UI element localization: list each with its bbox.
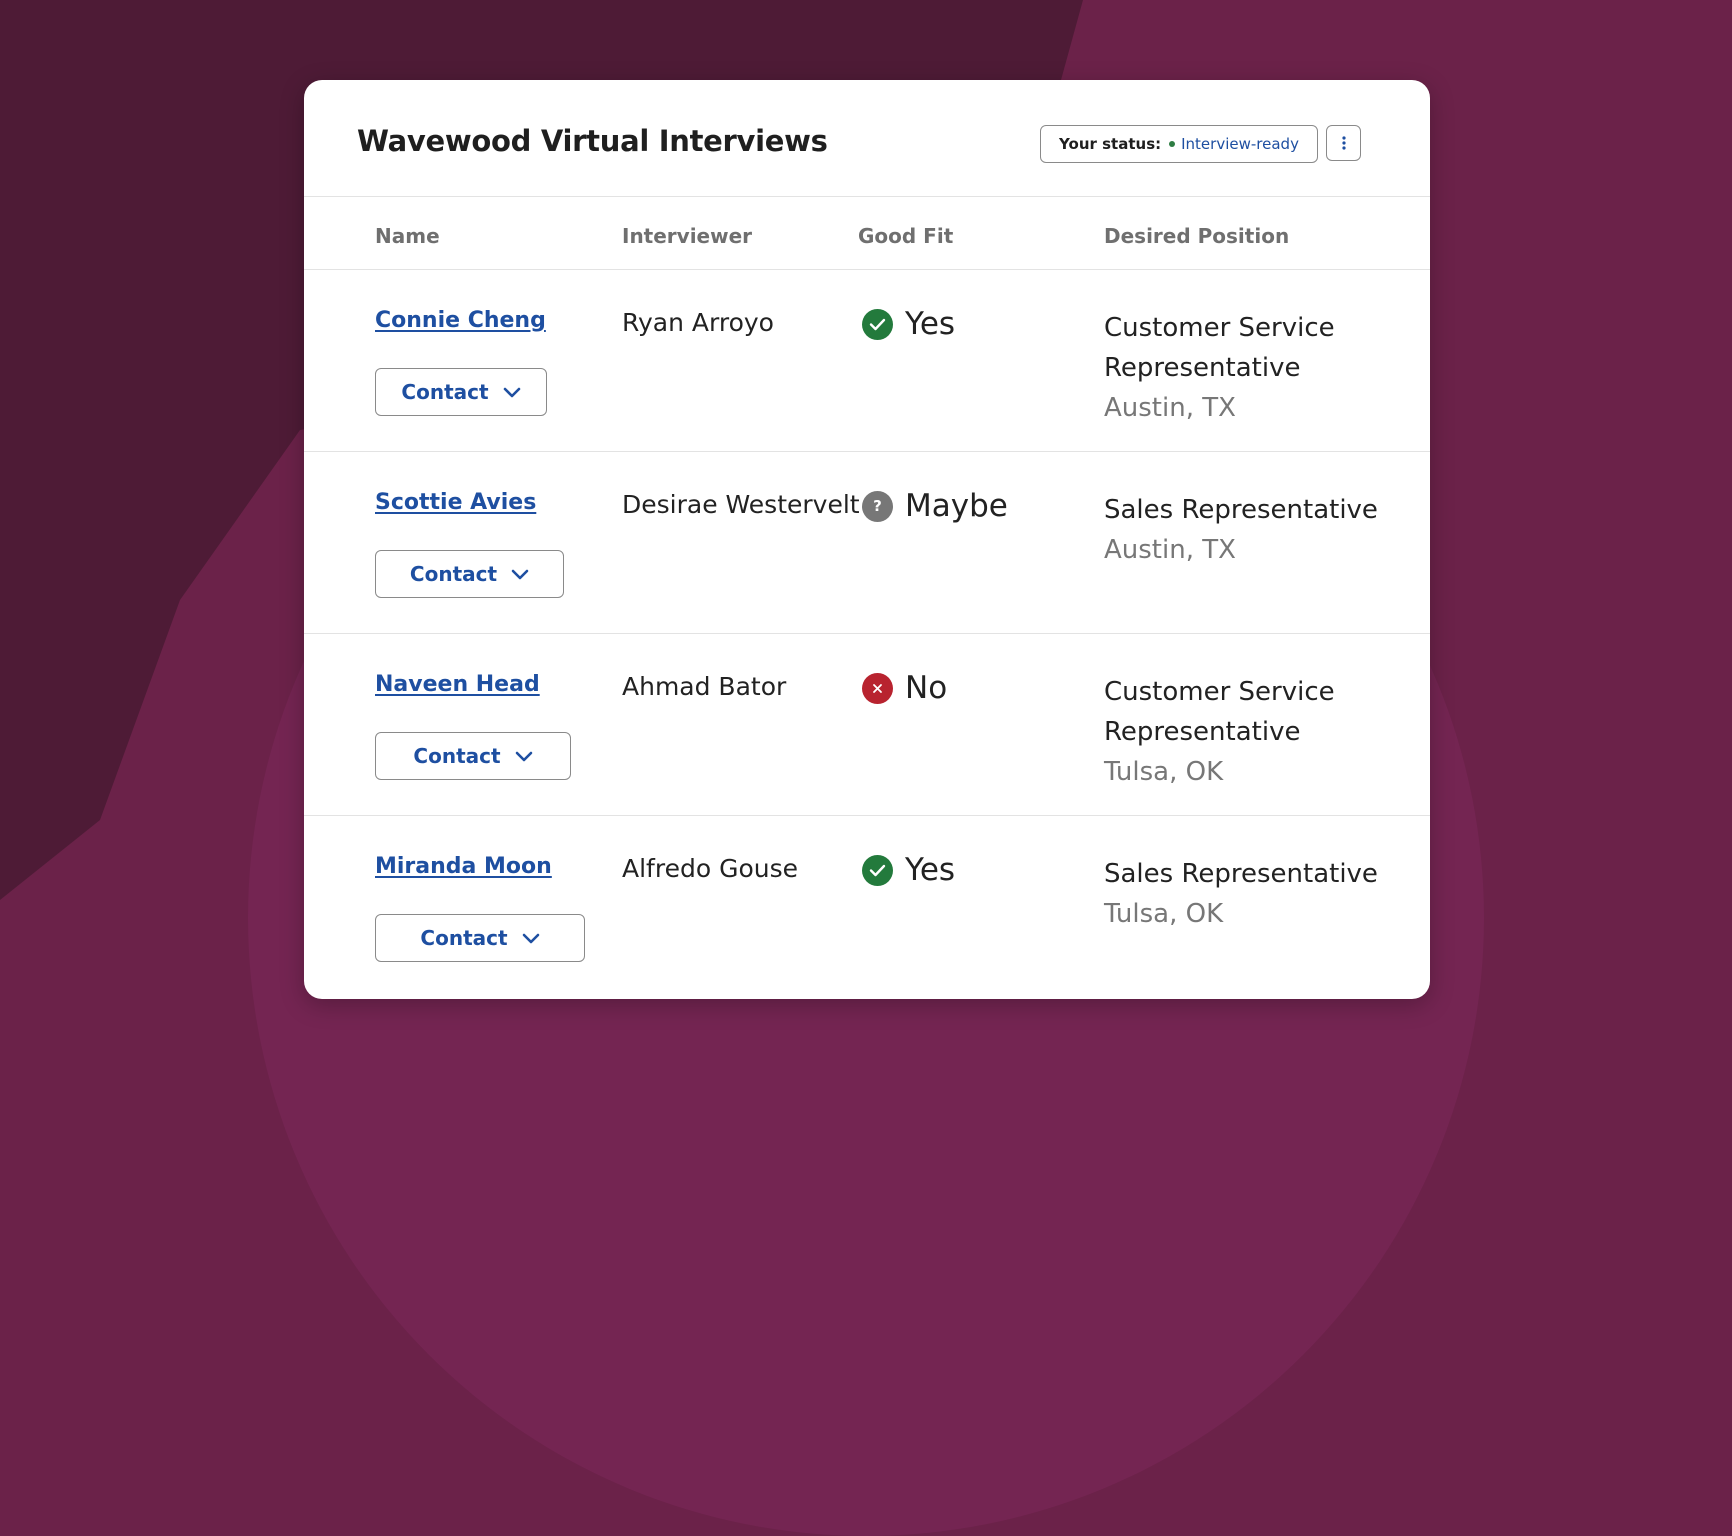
desired-position-cell: Sales Representative Austin, TX [1104, 490, 1404, 570]
column-header-name: Name [375, 224, 440, 248]
desired-position-cell: Sales Representative Tulsa, OK [1104, 854, 1404, 934]
contact-dropdown-button[interactable]: Contact [375, 550, 564, 598]
candidate-name-link[interactable]: Scottie Avies [375, 490, 536, 515]
interviewer-name: Alfredo Gouse [622, 854, 798, 883]
candidate-name-link[interactable]: Miranda Moon [375, 854, 552, 879]
interviewer-name: Ryan Arroyo [622, 308, 774, 337]
position-location: Austin, TX [1104, 393, 1236, 423]
good-fit-cell: Yes [862, 306, 955, 342]
interviewer-name: Desirae Westervelt [622, 490, 860, 519]
chevron-down-icon [511, 569, 529, 579]
good-fit-value: Yes [905, 852, 956, 888]
check-circle-icon [862, 308, 893, 340]
contact-button-label: Contact [409, 562, 498, 586]
candidate-name-link[interactable]: Naveen Head [375, 672, 540, 697]
position-location: Austin, TX [1104, 535, 1236, 565]
position-title: Sales Representative [1104, 495, 1378, 525]
x-circle-icon [862, 672, 893, 704]
check-circle-icon [862, 854, 893, 886]
contact-dropdown-button[interactable]: Contact [375, 914, 585, 962]
table-row: Scottie Avies Contact Desirae Westervelt… [304, 452, 1430, 634]
chevron-down-icon [515, 751, 532, 761]
contact-button-label: Contact [401, 380, 489, 404]
good-fit-value: Maybe [905, 488, 1008, 524]
good-fit-cell: No [862, 670, 947, 706]
position-title: Sales Representative [1104, 859, 1378, 889]
good-fit-cell: ? Maybe [862, 488, 1008, 524]
table-row: Naveen Head Contact Ahmad Bator No Custo… [304, 634, 1430, 816]
good-fit-cell: Yes [862, 852, 955, 888]
position-location: Tulsa, OK [1104, 757, 1224, 787]
desired-position-cell: Customer Service Representative Tulsa, O… [1104, 672, 1404, 792]
contact-dropdown-button[interactable]: Contact [375, 368, 547, 416]
good-fit-value: No [905, 670, 948, 706]
column-header-interviewer: Interviewer [622, 224, 753, 248]
contact-button-label: Contact [413, 744, 501, 768]
contact-button-label: Contact [420, 926, 508, 950]
candidate-name-link[interactable]: Connie Cheng [375, 308, 546, 333]
interviewer-name: Ahmad Bator [622, 672, 787, 701]
column-header-desired-position: Desired Position [1104, 224, 1290, 248]
question-circle-icon: ? [862, 490, 893, 522]
table-header: Name Interviewer Good Fit Desired Positi… [304, 80, 1430, 270]
chevron-down-icon [503, 387, 520, 397]
contact-dropdown-button[interactable]: Contact [375, 732, 571, 780]
position-title: Customer Service Representative [1104, 677, 1335, 747]
table-row: Connie Cheng Contact Ryan Arroyo Yes Cus… [304, 270, 1430, 452]
column-header-good-fit: Good Fit [858, 224, 954, 248]
chevron-down-icon [522, 933, 539, 943]
interviews-card: Wavewood Virtual Interviews Your status:… [304, 80, 1430, 999]
good-fit-value: Yes [905, 306, 956, 342]
position-location: Tulsa, OK [1104, 899, 1224, 929]
table-row: Miranda Moon Contact Alfredo Gouse Yes S… [304, 816, 1430, 998]
position-title: Customer Service Representative [1104, 313, 1335, 383]
desired-position-cell: Customer Service Representative Austin, … [1104, 308, 1404, 428]
